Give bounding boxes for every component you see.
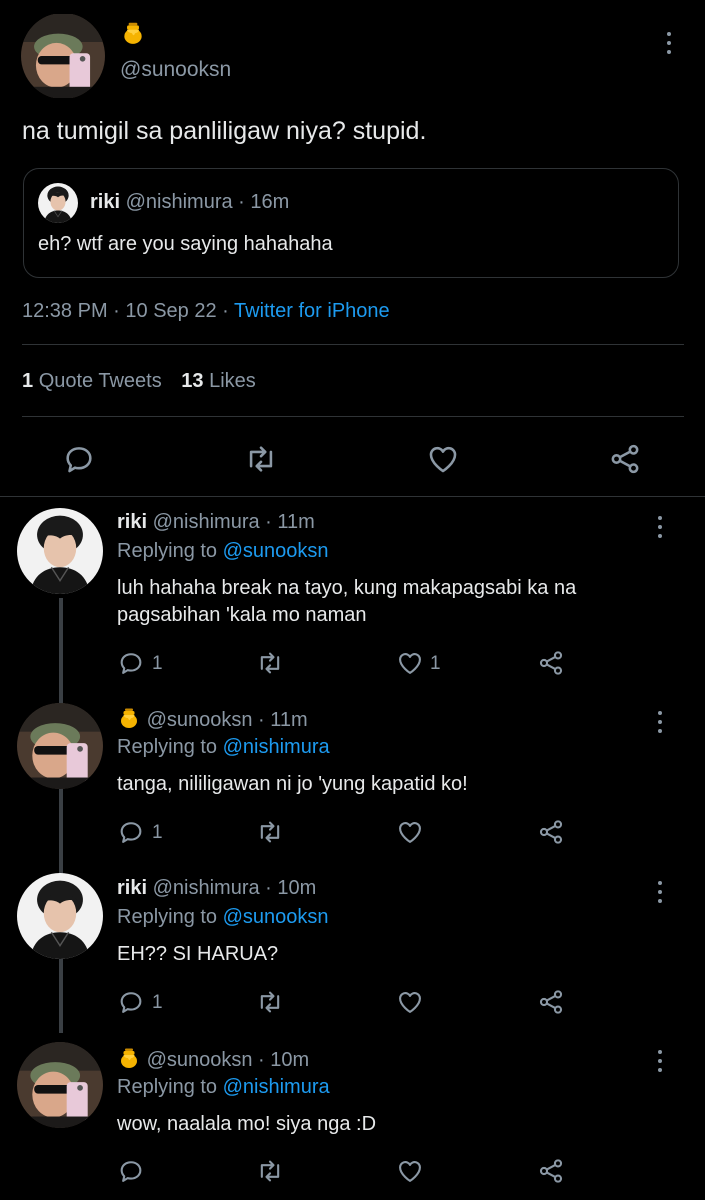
reply-icon[interactable] (117, 988, 145, 1021)
thread-line (59, 598, 63, 1033)
heart-icon[interactable] (396, 818, 424, 851)
tweet-meta: 12:38 PM · 10 Sep 22 · Twitter for iPhon… (22, 300, 390, 322)
reply-author-handle[interactable]: @sunooksn (147, 709, 253, 731)
avatar-sunooksn[interactable] (17, 703, 103, 789)
honey-pot-icon (117, 1046, 141, 1070)
retweet-icon[interactable] (256, 1157, 284, 1190)
honey-pot-icon (117, 706, 141, 730)
heart-icon[interactable] (396, 988, 424, 1021)
reply-time: 10m (277, 877, 317, 899)
reply-author-handle[interactable]: @nishimura (153, 511, 260, 533)
replying-to-link[interactable]: @nishimura (223, 1076, 330, 1098)
tweet-time: 12:38 PM (22, 300, 108, 322)
avatar-sunooksn[interactable] (17, 1042, 103, 1128)
share-icon[interactable] (537, 649, 565, 682)
reply-time: 11m (270, 709, 308, 731)
more-icon[interactable] (650, 707, 670, 737)
honey-pot-icon (120, 20, 146, 46)
quote-tweets-link[interactable]: 1 Quote Tweets (22, 370, 167, 392)
author-handle[interactable]: @sunooksn (120, 58, 231, 82)
quoted-author-handle: @nishimura (125, 191, 233, 213)
more-icon[interactable] (650, 1046, 670, 1076)
quoted-text: eh? wtf are you saying hahahaha (38, 233, 333, 255)
share-icon[interactable] (537, 818, 565, 851)
tweet-stats: 1 Quote Tweets 13 Likes (22, 370, 256, 393)
reply-text: tanga, nililigawan ni jo 'yung kapatid k… (117, 773, 468, 795)
heart-icon[interactable] (426, 442, 460, 481)
reply-count: 1 (152, 822, 163, 843)
reply-icon[interactable] (62, 442, 96, 481)
reply-time: 11m (277, 511, 315, 533)
reply-count: 1 (152, 653, 163, 674)
more-icon[interactable] (659, 28, 679, 58)
replying-to-link[interactable]: @nishimura (223, 736, 330, 758)
avatar-sunooksn[interactable] (21, 13, 105, 99)
heart-icon[interactable] (396, 1157, 424, 1190)
avatar-riki[interactable] (17, 508, 103, 594)
quoted-tweet[interactable]: riki @nishimura · 16m eh? wtf are you sa… (23, 168, 679, 278)
retweet-icon[interactable] (256, 649, 284, 682)
replying-to-link[interactable]: @sunooksn (223, 906, 329, 928)
reply-author-handle[interactable]: @sunooksn (147, 1049, 253, 1071)
reply-icon[interactable] (117, 818, 145, 851)
reply-author-name[interactable]: riki (117, 511, 147, 533)
retweet-icon[interactable] (244, 442, 278, 481)
replying-to-link[interactable]: @sunooksn (223, 540, 329, 562)
reply-header: @sunooksn · 11m (117, 706, 308, 732)
reply-header: riki @nishimura · 10m (117, 877, 317, 899)
share-icon[interactable] (537, 1157, 565, 1190)
quoted-author-name: riki (90, 191, 121, 213)
reply-text: pagsabihan 'kala mo naman (117, 604, 367, 626)
share-icon[interactable] (608, 442, 642, 481)
reply-text: EH?? SI HARUA? (117, 943, 279, 965)
heart-icon[interactable] (396, 649, 424, 682)
quoted-time: 16m (250, 191, 290, 213)
avatar-riki[interactable] (17, 873, 103, 959)
reply-count: 1 (152, 992, 163, 1013)
reply-time: 10m (270, 1049, 310, 1071)
reply-header: @sunooksn · 10m (117, 1046, 309, 1072)
likes-link[interactable]: 13 Likes (181, 370, 256, 392)
reply-text: wow, naalala mo! siya nga :D (117, 1113, 377, 1135)
reply-author-name[interactable]: riki (117, 877, 147, 899)
quoted-avatar (38, 183, 78, 223)
more-icon[interactable] (650, 512, 670, 542)
tweet-date: 10 Sep 22 (125, 300, 217, 322)
divider (0, 496, 705, 497)
tweet-source-link[interactable]: Twitter for iPhone (234, 300, 390, 322)
reply-icon[interactable] (117, 649, 145, 682)
retweet-icon[interactable] (256, 988, 284, 1021)
reply-author-handle[interactable]: @nishimura (153, 877, 260, 899)
reply-text: luh hahaha break na tayo, kung makapagsa… (117, 577, 577, 599)
share-icon[interactable] (537, 988, 565, 1021)
tweet-text: na tumigil sa panliligaw niya? stupid. (22, 117, 427, 145)
divider (22, 416, 684, 417)
like-count: 1 (430, 653, 441, 674)
reply-icon[interactable] (117, 1157, 145, 1190)
retweet-icon[interactable] (256, 818, 284, 851)
reply-header: riki @nishimura · 11m (117, 511, 315, 533)
more-icon[interactable] (650, 877, 670, 907)
divider (22, 344, 684, 345)
